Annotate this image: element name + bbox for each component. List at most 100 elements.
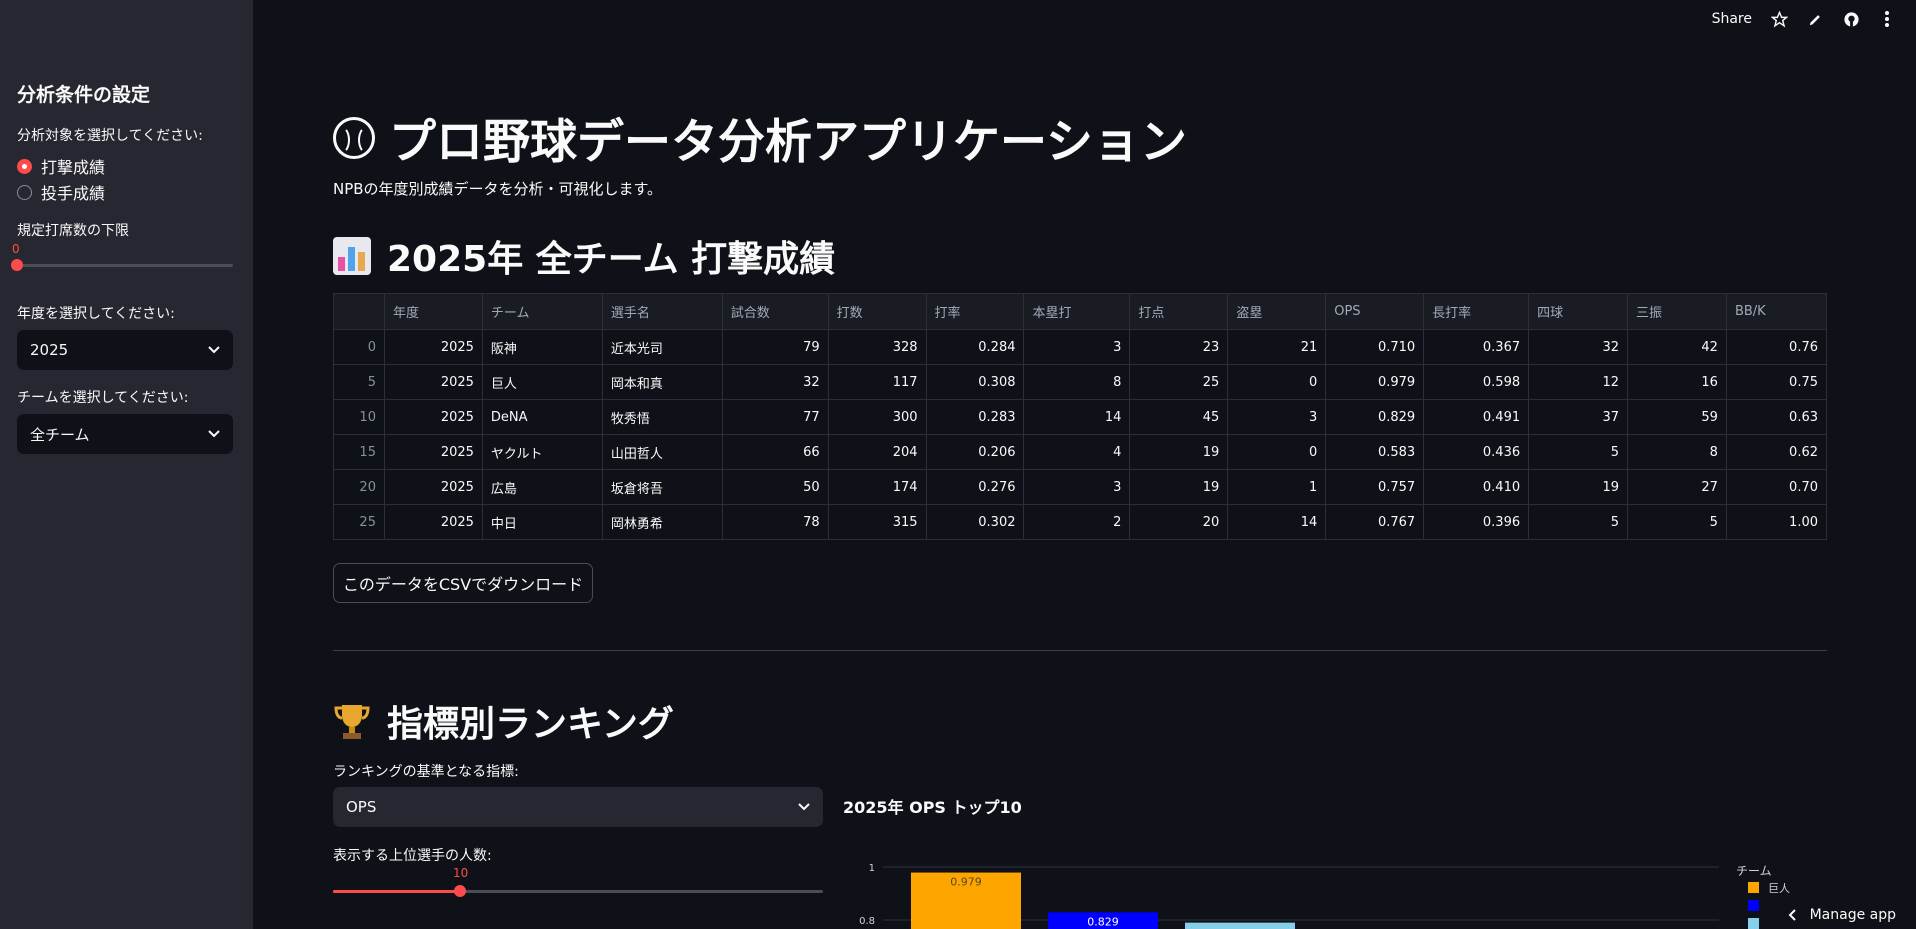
table-cell: 2025 (384, 329, 483, 365)
table-cell: 16 (1627, 364, 1727, 400)
chevron-down-icon (208, 346, 220, 354)
table-cell: 3 (1227, 399, 1327, 435)
radio-batting[interactable]: 打撃成績 (17, 154, 105, 178)
table-heading: 2025年 全チーム 打撃成績 (333, 230, 835, 282)
star-icon[interactable] (1770, 10, 1788, 28)
radio-batting-label: 打撃成績 (41, 158, 106, 177)
topn-value: 10 (453, 866, 469, 880)
min-pa-slider-track[interactable] (17, 264, 233, 267)
table-cell: 14 (1023, 399, 1131, 435)
legend-title: チーム (1736, 864, 1772, 878)
page-title: プロ野球データ分析アプリケーション (333, 103, 1187, 172)
table-row[interactable]: 20 2025 広島 坂倉将吾 50 174 0.276 3 19 1 0.757 0.410 19 27… (333, 469, 1828, 505)
table-cell: 77 (722, 399, 829, 435)
table-cell: 牧秀悟 (602, 399, 723, 435)
min-pa-label: 規定打席数の下限 (17, 223, 129, 239)
share-button[interactable]: Share (1712, 11, 1752, 27)
topn-slider-thumb[interactable] (454, 885, 466, 897)
table-cell: 2025 (384, 434, 483, 470)
table-cell: 12 (1528, 364, 1629, 400)
more-icon[interactable] (1878, 10, 1896, 28)
ops-bar-chart: 1 0.8 0.979 0.829 チーム巨人 (859, 863, 1790, 929)
column-header[interactable]: 三振 (1627, 293, 1727, 330)
radio-pitching-label: 投手成績 (41, 184, 106, 203)
y-tick-label: 0.8 (859, 916, 875, 927)
chart-title: 2025年 OPS トップ10 (843, 798, 1022, 817)
table-cell: 坂倉将吾 (602, 469, 723, 505)
table-cell: 0.206 (926, 434, 1025, 470)
table-cell: 19 (1129, 469, 1229, 505)
table-cell: 広島 (482, 469, 603, 505)
table-cell: DeNA (482, 399, 603, 435)
column-header[interactable]: OPS (1325, 293, 1425, 330)
table-cell: 中日 (482, 504, 603, 540)
download-csv-button[interactable]: このデータをCSVでダウンロード (333, 563, 593, 603)
table-row[interactable]: 5 2025 巨人 岡本和真 32 117 0.308 8 25 0 0.979 0.598 12 16 0… (333, 364, 1828, 400)
table-cell: 2025 (384, 469, 483, 505)
column-header[interactable]: 打率 (926, 293, 1025, 330)
legend-swatch[interactable] (1748, 882, 1759, 893)
column-header[interactable]: 選手名 (602, 293, 723, 330)
divider (333, 650, 1827, 651)
radio-selected-icon (17, 158, 32, 174)
table-cell: 0.396 (1423, 504, 1530, 540)
column-header[interactable]: 長打率 (1423, 293, 1530, 330)
edit-icon[interactable] (1806, 10, 1824, 28)
chevron-down-icon (208, 430, 220, 438)
sidebar: 分析条件の設定 分析対象を選択してください: 打撃成績 投手成績 規定打席数の下… (0, 0, 253, 929)
year-select[interactable]: 2025 (17, 330, 233, 370)
column-header[interactable] (333, 293, 385, 330)
ranking-heading-text: 指標別ランキング (387, 704, 674, 745)
min-pa-slider-thumb[interactable] (11, 259, 23, 271)
table-cell: 0.302 (926, 504, 1025, 540)
column-header[interactable]: 盗塁 (1227, 293, 1327, 330)
year-select-value: 2025 (30, 341, 69, 359)
table-cell: 19 (1528, 469, 1629, 505)
row-index: 20 (333, 469, 385, 505)
table-cell: 2025 (384, 399, 483, 435)
column-header[interactable]: 打点 (1129, 293, 1229, 330)
column-header[interactable]: 四球 (1528, 293, 1629, 330)
bar[interactable] (1185, 922, 1295, 929)
github-icon[interactable] (1842, 10, 1860, 28)
table-cell: 0.491 (1423, 399, 1530, 435)
table-row[interactable]: 15 2025 ヤクルト 山田哲人 66 204 0.206 4 19 0 0.583 0.436 5 8… (333, 434, 1828, 470)
metric-select[interactable]: OPS (333, 787, 823, 827)
column-header[interactable]: チーム (482, 293, 603, 330)
year-label: 年度を選択してください: (17, 306, 175, 322)
column-header[interactable]: 年度 (384, 293, 483, 330)
table-row[interactable]: 25 2025 中日 岡林勇希 78 315 0.302 2 20 14 0.767 0.396 5 5 1… (333, 504, 1828, 540)
topn-slider-fill (333, 890, 460, 893)
row-index: 15 (333, 434, 385, 470)
table-cell: 0.63 (1726, 399, 1828, 435)
table-cell: 5 (1528, 434, 1629, 470)
y-tick-label: 1 (869, 863, 875, 874)
team-select[interactable]: 全チーム (17, 414, 233, 454)
table-cell: 8 (1023, 364, 1131, 400)
legend-swatch[interactable] (1748, 918, 1759, 929)
table-cell: 1 (1227, 469, 1327, 505)
table-cell: 0.767 (1325, 504, 1425, 540)
legend-swatch[interactable] (1748, 900, 1759, 911)
table-row[interactable]: 0 2025 阪神 近本光司 79 328 0.284 3 23 21 0.710 0.367 32 42… (333, 329, 1828, 365)
table-cell: 50 (722, 469, 829, 505)
table-cell: 0.284 (926, 329, 1025, 365)
table-cell: 0 (1227, 364, 1327, 400)
table-cell: ヤクルト (482, 434, 603, 470)
table-cell: 19 (1129, 434, 1229, 470)
bar-chart-icon (333, 237, 373, 275)
table-cell: 37 (1528, 399, 1629, 435)
manage-app-button[interactable]: Manage app (1788, 907, 1896, 923)
chevron-left-icon (1788, 909, 1796, 921)
column-header[interactable]: 打数 (828, 293, 927, 330)
table-cell: 0 (1227, 434, 1327, 470)
table-cell: 315 (828, 504, 927, 540)
table-cell: 岡本和真 (602, 364, 723, 400)
column-header[interactable]: 試合数 (722, 293, 829, 330)
column-header[interactable]: BB/K (1726, 293, 1828, 330)
table-cell: 0.757 (1325, 469, 1425, 505)
radio-pitching[interactable]: 投手成績 (17, 180, 105, 204)
table-row[interactable]: 10 2025 DeNA 牧秀悟 77 300 0.283 14 45 3 0.829 0.491 37… (333, 399, 1828, 435)
column-header[interactable]: 本塁打 (1023, 293, 1131, 330)
page-title-text: プロ野球データ分析アプリケーション (389, 115, 1188, 170)
